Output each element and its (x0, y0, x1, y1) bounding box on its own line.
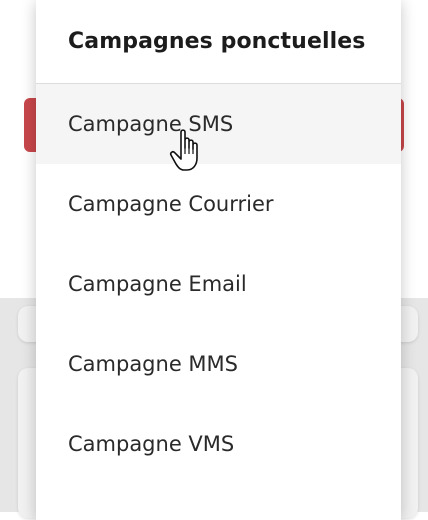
hand-pointer-icon (169, 129, 198, 171)
menu-item-label: Campagne Courrier (68, 192, 274, 216)
campaign-dropdown-menu: Campagnes ponctuelles Campagne SMS Campa… (36, 0, 401, 520)
menu-item-email[interactable]: Campagne Email (36, 244, 401, 324)
menu-item-mms[interactable]: Campagne MMS (36, 324, 401, 404)
menu-item-label: Campagne MMS (68, 352, 238, 376)
menu-item-sms[interactable]: Campagne SMS (36, 84, 401, 164)
menu-item-courrier[interactable]: Campagne Courrier (36, 164, 401, 244)
dropdown-header: Campagnes ponctuelles (36, 0, 401, 84)
menu-item-vms[interactable]: Campagne VMS (36, 404, 401, 484)
dropdown-title: Campagnes ponctuelles (68, 29, 366, 54)
menu-item-label: Campagne VMS (68, 432, 235, 456)
menu-item-label: Campagne Email (68, 272, 247, 296)
